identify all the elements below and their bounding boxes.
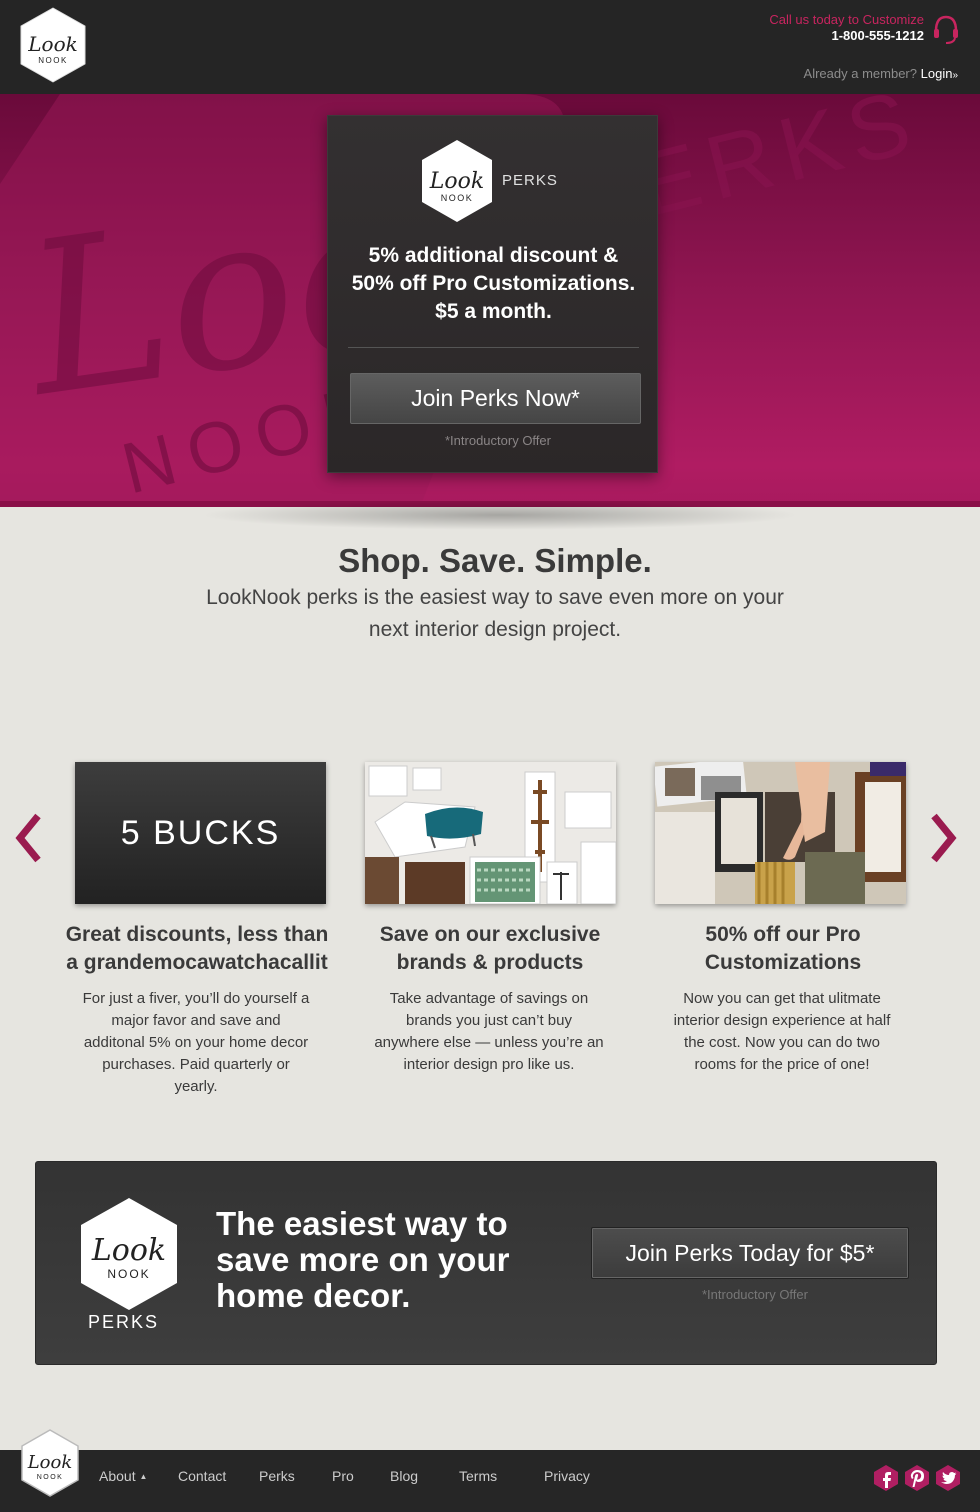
call-text: Call us today to Customize — [769, 12, 924, 27]
feature-title-pro: 50% off our Pro Customizations — [633, 921, 933, 977]
card-logo: Look NOOK — [419, 138, 495, 229]
feature-title-discounts-line1: Great discounts, less than — [65, 923, 329, 946]
facebook-icon[interactable] — [872, 1464, 900, 1492]
feature-body-pro: Now you can get that ulitmate interior d… — [673, 990, 891, 1073]
card-divider — [348, 347, 639, 348]
carousel-next-arrow-icon[interactable] — [928, 812, 960, 864]
intro-offer-note: *Introductory Offer — [445, 433, 551, 448]
bottom-cta-panel: Look NOOK PERKS The easiest way to save … — [35, 1161, 937, 1365]
perks-offer-card: Look NOOK PERKS 5% additional discount &… — [327, 115, 658, 473]
twitter-icon[interactable] — [934, 1464, 962, 1492]
phone-number[interactable]: 1-800-555-1212 — [769, 28, 924, 44]
intro-subtitle: LookNook perks is the easiest way to sav… — [206, 586, 784, 641]
footer-nav-terms[interactable]: Terms — [459, 1468, 497, 1484]
cta-logo-script: Look — [91, 1233, 166, 1268]
join-perks-today-button[interactable]: Join Perks Today for $5* — [591, 1227, 909, 1279]
member-text: Already a member? — [803, 66, 917, 81]
logo-script: Look — [27, 32, 77, 56]
cta-headline: The easiest way to save more on your hom… — [216, 1205, 510, 1314]
cta-offer-note: *Introductory Offer — [702, 1287, 808, 1302]
feature-image-brands-collage — [365, 762, 616, 904]
footer-logo[interactable]: Look NOOK — [19, 1428, 81, 1503]
feature-body-discounts: For just a fiver, you’ll do yourself a m… — [82, 990, 310, 1095]
feature-title-brands-line1: Save on our exclusive — [379, 923, 601, 946]
logo-word: NOOK — [38, 56, 68, 65]
card-perks-label: PERKS — [502, 172, 558, 189]
feature-title-pro-line2: Customizations — [704, 951, 862, 974]
join-perks-now-button[interactable]: Join Perks Now* — [350, 373, 641, 424]
footer-nav-about[interactable]: About ▲ — [99, 1468, 147, 1484]
card-headline-line3: $5 a month. — [435, 300, 552, 323]
card-logo-word: NOOK — [441, 193, 474, 203]
feature-title-brands-line2: brands & products — [396, 951, 584, 974]
top-header: Look NOOK Call us today to Customize 1-8… — [0, 0, 980, 94]
footer-logo-script: Look — [27, 1452, 73, 1473]
feature-title-discounts: Great discounts, less than a grandemocaw… — [47, 921, 347, 977]
carousel-prev-arrow-icon[interactable] — [12, 812, 44, 864]
footer-nav-contact[interactable]: Contact — [178, 1468, 226, 1484]
card-headline-line1: 5% additional discount & — [368, 244, 619, 267]
footer-nav-blog[interactable]: Blog — [390, 1468, 418, 1484]
intro-title: Shop. Save. Simple. — [338, 542, 652, 579]
hero-shadow — [200, 500, 800, 530]
feature-title-discounts-line2: a grandemocawatchacallit — [66, 951, 328, 974]
footer-nav-perks[interactable]: Perks — [259, 1468, 295, 1484]
feature-image-5-bucks: 5 BUCKS — [75, 762, 326, 904]
cta-logo-word: NOOK — [107, 1267, 150, 1281]
login-link[interactable]: Login — [921, 66, 953, 81]
feature-image-pro-customizations — [655, 762, 906, 904]
card-headline-line2: 50% off Pro Customizations. — [351, 272, 636, 295]
footer-logo-word: NOOK — [37, 1474, 64, 1481]
feature-body-brands: Take advantage of savings on brands you … — [374, 990, 604, 1073]
card-logo-script: Look — [429, 169, 484, 194]
footer-nav-privacy[interactable]: Privacy — [544, 1468, 590, 1484]
feature-title-pro-line1: 50% off our Pro — [705, 923, 861, 946]
footer-nav-pro[interactable]: Pro — [332, 1468, 354, 1484]
cta-logo: Look NOOK — [78, 1196, 180, 1317]
caret-up-icon: ▲ — [139, 1472, 148, 1481]
call-block: Call us today to Customize 1-800-555-121… — [769, 12, 924, 44]
member-login: Already a member? Login» — [804, 66, 958, 81]
card-headline: 5% additional discount & 50% off Pro Cus… — [328, 242, 659, 326]
headset-icon — [934, 15, 958, 44]
looknook-logo[interactable]: Look NOOK — [18, 6, 88, 84]
cta-perks-label: PERKS — [88, 1312, 160, 1332]
feature-title-brands: Save on our exclusive brands & products — [340, 921, 640, 977]
login-arrow-icon: » — [952, 70, 958, 81]
footer-nav-about-label: About — [99, 1468, 136, 1484]
pinterest-icon[interactable] — [903, 1464, 931, 1492]
